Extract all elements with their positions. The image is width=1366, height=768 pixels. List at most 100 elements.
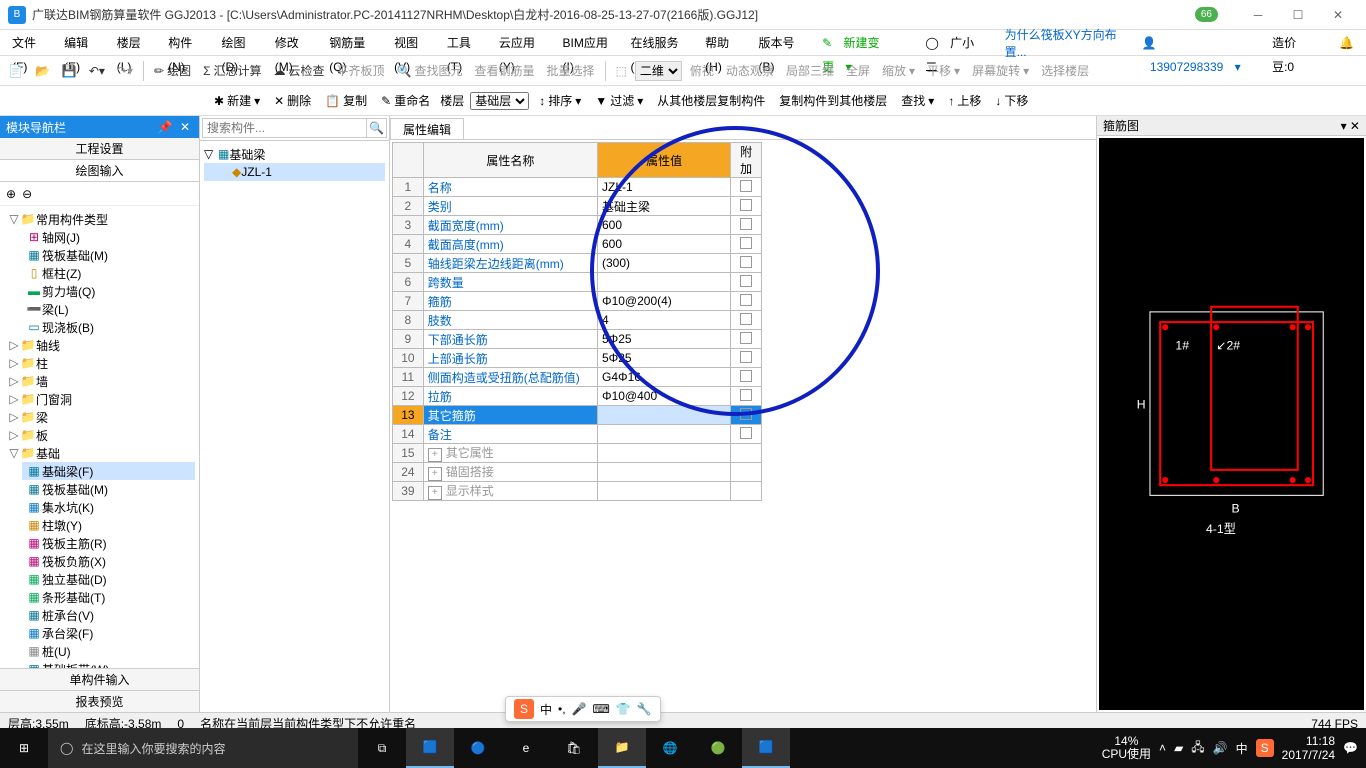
tab-report[interactable]: 报表预览 [0,690,199,712]
sogou-icon[interactable]: S [514,699,534,719]
pin-icon[interactable]: 📌 [157,120,173,134]
property-tab[interactable]: 属性编辑 [390,118,464,139]
tray-sogou-icon[interactable]: S [1256,739,1274,757]
task-chrome[interactable]: 🌐 [646,728,694,768]
tray-ime-icon[interactable]: 中 [1236,740,1248,757]
tree-cat[interactable]: ▷📁墙 [4,372,195,390]
tree-item[interactable]: ▦筏板基础(M) [22,246,195,264]
tray-nvidia-icon[interactable]: ▰ [1174,741,1183,755]
menu-modify[interactable]: 修改(M) [267,31,322,55]
property-row[interactable]: 1名称JZL-1 [393,178,762,197]
collapse-icon[interactable]: ⊖ [22,187,32,201]
menu-online[interactable]: 在线服务(S) [623,31,698,55]
tree-item[interactable]: ▦基础梁(F) [22,462,195,480]
flat-btn[interactable]: 平齐板顶 [333,60,389,81]
property-row[interactable]: 10上部通长筋5Φ25 [393,349,762,368]
taskbar-search[interactable]: ◯ 在这里输入你要搜索的内容 [48,728,358,768]
copy-to-btn[interactable]: 复制构件到其他楼层 [775,90,891,111]
search-button[interactable]: 🔍 [367,118,387,138]
task-store[interactable]: 🛍 [550,728,598,768]
tree-cat[interactable]: ▷📁板 [4,426,195,444]
rename-btn[interactable]: ✎ 重命名 [377,90,434,111]
batch-btn[interactable]: 批量选择 [543,60,599,81]
property-row[interactable]: 39+显示样式 [393,482,762,501]
tree-cat[interactable]: ▷📁轴线 [4,336,195,354]
menu-version[interactable]: 版本号(B) [750,31,814,55]
tree-item[interactable]: ▦桩(U) [22,642,195,660]
tree-cat[interactable]: ▷📁梁 [4,408,195,426]
task-edge[interactable]: e [502,728,550,768]
why-link[interactable]: 为什么筏板XY方向布置... [1005,26,1124,60]
property-row[interactable]: 8肢数4 [393,311,762,330]
menu-tools[interactable]: 工具(T) [439,31,491,55]
menu-bim[interactable]: BIM应用(I) [555,31,623,55]
tray-vol-icon[interactable]: 🔊 [1213,741,1228,755]
property-row[interactable]: 7箍筋Φ10@200(4) [393,292,762,311]
tray-notif-icon[interactable]: 💬 [1343,741,1358,755]
menu-help[interactable]: 帮助(H) [697,31,750,55]
start-button[interactable]: ⊞ [0,728,48,768]
task-app2[interactable]: 🔵 [454,728,502,768]
tree-item[interactable]: ▦桩承台(V) [22,606,195,624]
property-row[interactable]: 3截面宽度(mm)600 [393,216,762,235]
menu-draw[interactable]: 绘图(D) [213,31,266,55]
close-panel-icon[interactable]: ✕ [177,120,193,134]
expand-icon[interactable]: ⊕ [6,187,16,201]
notification-badge[interactable]: 66 [1195,7,1218,22]
menu-floor[interactable]: 楼层(L) [109,31,160,55]
property-row[interactable]: 15+其它属性 [393,444,762,463]
task-folder[interactable]: 📁 [598,728,646,768]
tree-item[interactable]: ▦柱墩(Y) [22,516,195,534]
dim-select[interactable]: 二维 [635,61,682,81]
menu-component[interactable]: 构件(N) [160,31,213,55]
diagram-close-icon[interactable]: ▾ ✕ [1341,116,1360,135]
zoom-btn[interactable]: 缩放 ▾ [878,60,919,81]
menu-file[interactable]: 文件(F) [4,31,56,55]
cloud-check-btn[interactable]: ☁ 云检查 [270,60,329,81]
menu-view[interactable]: 视图(V) [386,31,439,55]
property-row[interactable]: 9下部通长筋5Φ25 [393,330,762,349]
guang-btn[interactable]: ◯ 广小二 [917,31,994,55]
tree-item[interactable]: ▦筏板主筋(R) [22,534,195,552]
tree-item[interactable]: ⊞轴网(J) [22,228,195,246]
task-360[interactable]: 🟢 [694,728,742,768]
pan-btn[interactable]: 平移 ▾ [923,60,964,81]
menu-edit[interactable]: 编辑(E) [56,31,109,55]
tree-cat[interactable]: ▷📁门窗洞 [4,390,195,408]
cpu-meter[interactable]: 14%CPU使用 [1102,735,1151,761]
tray-net-icon[interactable]: 🖧 [1191,738,1204,759]
property-row[interactable]: 24+锚固搭接 [393,463,762,482]
tab-draw-input[interactable]: 绘图输入 [0,160,199,182]
bell-icon[interactable]: 🔔 [1331,31,1362,55]
new-change-btn[interactable]: ✎ 新建变更 ▾ [814,31,907,55]
menu-rebar[interactable]: 钢筋量(Q) [321,31,386,55]
screen-rotate-btn[interactable]: 屏幕旋转 ▾ [968,60,1033,81]
tray-up-icon[interactable]: ˄ [1159,741,1166,755]
tree-item[interactable]: ▦基础板带(W) [22,660,195,668]
find-btn[interactable]: 查找 ▾ [897,90,938,111]
ime-punct-icon[interactable]: •, [558,702,566,716]
ime-toolbar[interactable]: S 中 •, 🎤 ⌨ 👕 🔧 [505,696,661,722]
part3d-btn[interactable]: 局部三维 [782,60,838,81]
filter-btn[interactable]: ▼ 过滤 ▾ [591,90,647,111]
tree-item[interactable]: ▦集水坑(K) [22,498,195,516]
tree-cat[interactable]: ▽📁基础 [4,444,195,462]
dyn-view-btn[interactable]: 动态观察 [722,60,778,81]
copy-btn[interactable]: 📋 复制 [321,90,371,111]
mid-tree-root[interactable]: ▽▦ 基础梁 [204,145,385,163]
view-rebar-btn[interactable]: 查看钢筋量 [471,60,539,81]
select-floor-btn[interactable]: 选择楼层 [1037,60,1093,81]
tree-item[interactable]: ▯框柱(Z) [22,264,195,282]
tab-single-input[interactable]: 单构件输入 [0,668,199,690]
task-view-icon[interactable]: ⧉ [358,728,406,768]
property-row[interactable]: 5轴线距梁左边线距离(mm)(300) [393,254,762,273]
find-graph-btn[interactable]: 🔍 查找图元 [393,60,467,81]
new-file-icon[interactable]: 📄 [4,62,27,80]
property-row[interactable]: 12拉筋Φ10@400 [393,387,762,406]
tree-item[interactable]: ➖梁(L) [22,300,195,318]
ime-mic-icon[interactable]: 🎤 [572,702,587,716]
up-btn[interactable]: ↑ 上移 [944,90,985,111]
tree-item[interactable]: ▦独立基础(D) [22,570,195,588]
tree-item[interactable]: ▭现浇板(B) [22,318,195,336]
fullscreen-btn[interactable]: 全屏 [842,60,874,81]
